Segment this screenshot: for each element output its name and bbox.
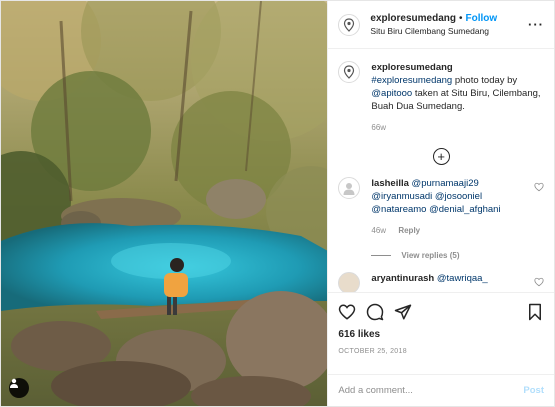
- header-username[interactable]: exploresumedang: [370, 13, 456, 24]
- caption-avatar[interactable]: [338, 61, 361, 83]
- comment-item: aryantinurash @tawriqaa_: [338, 272, 544, 292]
- instagram-post: exploresumedang • Follow Situ Biru Cilemba…: [0, 0, 555, 407]
- avatar[interactable]: [338, 13, 361, 36]
- location-link[interactable]: Situ Biru Cilembang Sumedang: [370, 25, 528, 38]
- comment-username[interactable]: aryantinurash: [371, 273, 434, 284]
- post-header: exploresumedang • Follow Situ Biru Cilemba…: [328, 1, 554, 49]
- caption-username[interactable]: exploresumedang: [371, 61, 544, 74]
- comment-body: lasheilla @purnamaaji29 @iryanmusadi @jo…: [371, 177, 531, 262]
- comment-mention[interactable]: @josooniel: [435, 191, 482, 202]
- comment-text: aryantinurash @tawriqaa_: [371, 272, 531, 285]
- default-avatar-icon: [343, 183, 355, 195]
- view-replies-button[interactable]: View replies (5): [371, 249, 531, 262]
- photo-illustration: [1, 1, 328, 406]
- bookmark-icon[interactable]: [526, 303, 544, 321]
- location-pin-icon: [344, 17, 355, 32]
- post-actions: 616 likes OCTOBER 25, 2018: [328, 292, 554, 374]
- heart-icon[interactable]: [338, 303, 356, 321]
- commenter-avatar[interactable]: [338, 272, 361, 292]
- tagged-users-button[interactable]: [9, 378, 29, 398]
- caption-hashtag[interactable]: #exploresumedang: [371, 75, 452, 86]
- comment-mention[interactable]: @natareamo: [371, 204, 426, 215]
- caption-text: #exploresumedang photo today by @apitooo…: [371, 74, 544, 113]
- more-options-button[interactable]: ···: [528, 17, 544, 32]
- caption-time: 66w: [371, 123, 387, 132]
- post-caption: exploresumedang #exploresumedang photo t…: [338, 61, 544, 134]
- comment-input[interactable]: [338, 385, 524, 396]
- action-icons: [338, 299, 544, 325]
- likes-count[interactable]: 616 likes: [338, 329, 544, 340]
- post-photo[interactable]: [1, 1, 328, 406]
- comment-body: aryantinurash @tawriqaa_: [371, 272, 531, 292]
- comment-text: lasheilla @purnamaaji29 @iryanmusadi @jo…: [371, 177, 531, 216]
- comment-like-heart-icon[interactable]: [534, 277, 544, 287]
- location-pin-icon: [344, 65, 355, 79]
- post-comment-button[interactable]: Post: [523, 385, 544, 396]
- follow-button[interactable]: Follow: [466, 13, 498, 24]
- caption-text-part: photo today by: [452, 75, 518, 86]
- reply-button[interactable]: Reply: [398, 226, 420, 235]
- comment-meta: 46w Reply: [371, 224, 531, 237]
- add-comment-bar: Post: [328, 374, 554, 406]
- replies-divider: [371, 255, 392, 256]
- comment-mention[interactable]: @iryanmusadi: [371, 191, 432, 202]
- caption-mention[interactable]: @apitooo: [371, 88, 412, 99]
- caption-body: exploresumedang #exploresumedang photo t…: [371, 61, 544, 134]
- person-icon: [10, 378, 18, 388]
- comment-mention[interactable]: @denial_afghani: [429, 204, 500, 215]
- plus-circle-icon[interactable]: +: [432, 148, 450, 165]
- comment-username[interactable]: lasheilla: [371, 178, 409, 189]
- comment-like-heart-icon[interactable]: [534, 182, 544, 192]
- post-date: OCTOBER 25, 2018: [338, 348, 407, 355]
- comments-section: exploresumedang #exploresumedang photo t…: [328, 49, 554, 292]
- commenter-avatar[interactable]: [338, 177, 361, 199]
- view-replies-label: View replies (5): [401, 251, 460, 260]
- comment-item: lasheilla @purnamaaji29 @iryanmusadi @jo…: [338, 177, 544, 262]
- comment-bubble-icon[interactable]: [366, 303, 384, 321]
- header-separator: •: [459, 12, 463, 24]
- comment-mention[interactable]: @tawriqaa_: [437, 273, 488, 284]
- paper-plane-icon[interactable]: [394, 303, 412, 321]
- header-text: exploresumedang • Follow Situ Biru Cilemba…: [370, 12, 528, 38]
- post-sidebar: exploresumedang • Follow Situ Biru Cilemba…: [327, 1, 554, 406]
- comment-mention[interactable]: @purnamaaji29: [412, 178, 479, 189]
- load-more-comments: +: [338, 148, 544, 165]
- comment-time: 46w: [371, 226, 387, 235]
